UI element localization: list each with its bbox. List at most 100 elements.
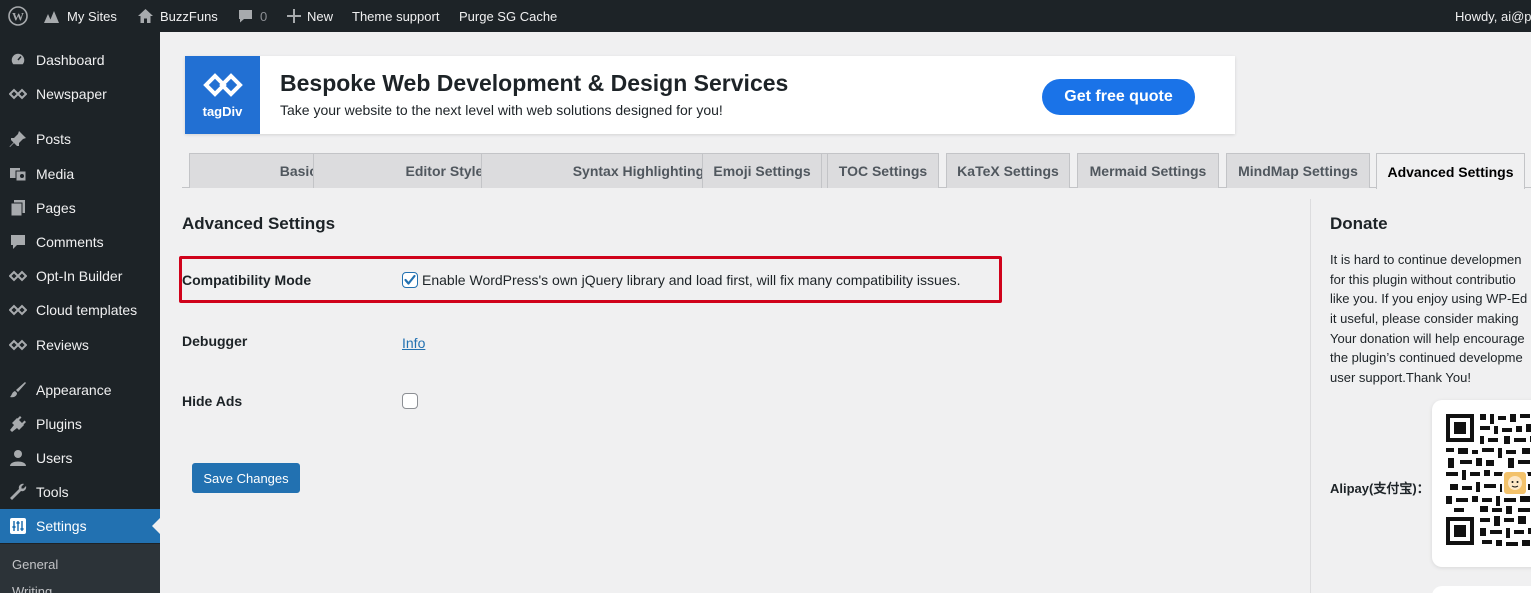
svg-text:W: W: [12, 10, 24, 24]
promo-banner: tagDiv Bespoke Web Development & Design …: [185, 56, 1235, 134]
tagdiv-logo-icon: [202, 72, 243, 97]
media-icon: [8, 164, 28, 184]
wrench-icon: [8, 482, 28, 502]
donate-text-line: like you. If you enjoy using WP-Ed: [1330, 291, 1528, 306]
tab-katex-settings[interactable]: KaTeX Settings: [946, 153, 1070, 188]
sidebar-item-label: Plugins: [36, 416, 82, 432]
donate-text-line: it useful, please consider making: [1330, 311, 1519, 326]
donate-divider: [1310, 199, 1311, 593]
my-sites-menu[interactable]: My Sites: [43, 0, 117, 32]
settings-tabs: Basic Settings Editor Style Settings Syn…: [160, 153, 1531, 189]
sidebar-item-label: Cloud templates: [36, 302, 138, 318]
banner-subtitle: Take your website to the next level with…: [280, 102, 723, 118]
sidebar-item-label: Posts: [36, 131, 72, 147]
sidebar-item-pages[interactable]: Pages: [0, 191, 160, 225]
tab-mindmap-settings[interactable]: MindMap Settings: [1226, 153, 1370, 188]
sidebar-item-label: Opt-In Builder: [36, 268, 123, 284]
admin-sidebar: Dashboard Newspaper Posts Media Pages Co…: [0, 32, 160, 593]
tab-advanced-settings[interactable]: Advanced Settings: [1376, 153, 1525, 189]
sidebar-item-label: Appearance: [36, 382, 112, 398]
my-sites-icon: [43, 8, 61, 24]
sidebar-item-reviews[interactable]: Reviews: [0, 328, 160, 362]
theme-support-link[interactable]: Theme support: [352, 0, 439, 32]
qr-code-image: [1446, 414, 1531, 546]
sidebar-item-label: Settings: [36, 518, 87, 534]
submenu-item-general[interactable]: General: [12, 557, 58, 572]
sidebar-item-label: Users: [36, 450, 73, 466]
alipay-qr-card: [1432, 400, 1531, 567]
new-content-menu[interactable]: New: [287, 0, 333, 32]
site-name-label: BuzzFuns: [160, 8, 218, 24]
sidebar-item-appearance[interactable]: Appearance: [0, 373, 160, 407]
submenu-item-writing[interactable]: Writing: [12, 584, 52, 593]
sidebar-item-label: Dashboard: [36, 52, 105, 68]
tagdiv-icon: [8, 266, 28, 286]
wordpress-logo-icon[interactable]: W: [8, 0, 28, 32]
settings-icon: [8, 516, 28, 536]
donate-text-line: It is hard to continue developmen: [1330, 252, 1522, 267]
dashboard-icon: [8, 50, 28, 70]
brush-icon: [8, 380, 28, 400]
compatibility-mode-label: Compatibility Mode: [182, 272, 312, 288]
tagdiv-logo: tagDiv: [185, 56, 260, 134]
compatibility-mode-checkbox[interactable]: [402, 272, 418, 288]
banner-title: Bespoke Web Development & Design Service…: [280, 70, 789, 96]
comment-icon: [8, 232, 28, 252]
second-qr-card: [1432, 586, 1531, 593]
sidebar-item-settings[interactable]: Settings: [0, 509, 160, 543]
sidebar-item-posts[interactable]: Posts: [0, 122, 160, 156]
sidebar-item-label: Media: [36, 166, 75, 182]
donate-text-line: user support.Thank You!: [1330, 370, 1471, 385]
comment-bubble-icon: [237, 8, 254, 24]
hide-ads-label: Hide Ads: [182, 393, 243, 409]
hide-ads-checkbox[interactable]: [402, 393, 418, 409]
section-heading: Advanced Settings: [182, 214, 336, 233]
site-name-menu[interactable]: BuzzFuns: [137, 0, 218, 32]
plus-icon: [287, 9, 301, 23]
tab-toc-settings[interactable]: TOC Settings: [827, 153, 939, 188]
user-icon: [8, 448, 28, 468]
new-label: New: [307, 8, 334, 24]
newspaper-icon: [8, 84, 28, 104]
sidebar-item-plugins[interactable]: Plugins: [0, 407, 160, 441]
sidebar-item-label: Newspaper: [36, 86, 107, 102]
sidebar-item-newspaper[interactable]: Newspaper: [0, 77, 160, 111]
debugger-info-link[interactable]: Info: [402, 335, 425, 351]
account-menu[interactable]: Howdy, ai@p: [1455, 0, 1531, 32]
comments-count: 0: [260, 8, 268, 24]
settings-submenu: General Writing: [0, 544, 160, 593]
debugger-label: Debugger: [182, 333, 248, 349]
sidebar-item-users[interactable]: Users: [0, 441, 160, 475]
donate-text-line: Your donation will help encourage: [1330, 331, 1525, 346]
checkmark-icon: [404, 274, 416, 285]
donate-text-line: the plugin’s continued developme: [1330, 350, 1523, 365]
tagdiv-icon: [8, 300, 28, 320]
plug-icon: [8, 414, 28, 434]
compatibility-mode-description: Enable WordPress's own jQuery library an…: [422, 272, 961, 288]
sidebar-item-tools[interactable]: Tools: [0, 475, 160, 509]
tab-mermaid-settings[interactable]: Mermaid Settings: [1077, 153, 1219, 188]
purge-cache-link[interactable]: Purge SG Cache: [459, 0, 557, 32]
donate-title: Donate: [1330, 214, 1388, 233]
tagdiv-icon: [8, 335, 28, 355]
tab-emoji-settings[interactable]: Emoji Settings: [702, 153, 822, 188]
sidebar-item-cloud-templates[interactable]: Cloud templates: [0, 293, 160, 327]
pages-icon: [8, 198, 28, 218]
sidebar-item-opt-in-builder[interactable]: Opt-In Builder: [0, 259, 160, 293]
get-free-quote-button[interactable]: Get free quote: [1042, 79, 1195, 115]
sidebar-item-label: Pages: [36, 200, 76, 216]
sidebar-item-dashboard[interactable]: Dashboard: [0, 43, 160, 77]
sidebar-item-label: Reviews: [36, 337, 89, 353]
sidebar-item-label: Tools: [36, 484, 69, 500]
tagdiv-logo-text: tagDiv: [202, 103, 243, 119]
comments-menu[interactable]: 0: [237, 0, 267, 32]
donate-text-line: for this plugin without contributio: [1330, 272, 1516, 287]
sidebar-item-label: Comments: [36, 234, 104, 250]
sidebar-item-media[interactable]: Media: [0, 157, 160, 191]
home-icon: [137, 8, 154, 24]
alipay-label: Alipay(支付宝)：: [1330, 481, 1430, 496]
admin-bar: W My Sites BuzzFuns 0 New Theme support …: [0, 0, 1531, 32]
sidebar-item-comments[interactable]: Comments: [0, 225, 160, 259]
save-changes-button[interactable]: Save Changes: [192, 463, 300, 493]
pin-icon: [8, 129, 28, 149]
